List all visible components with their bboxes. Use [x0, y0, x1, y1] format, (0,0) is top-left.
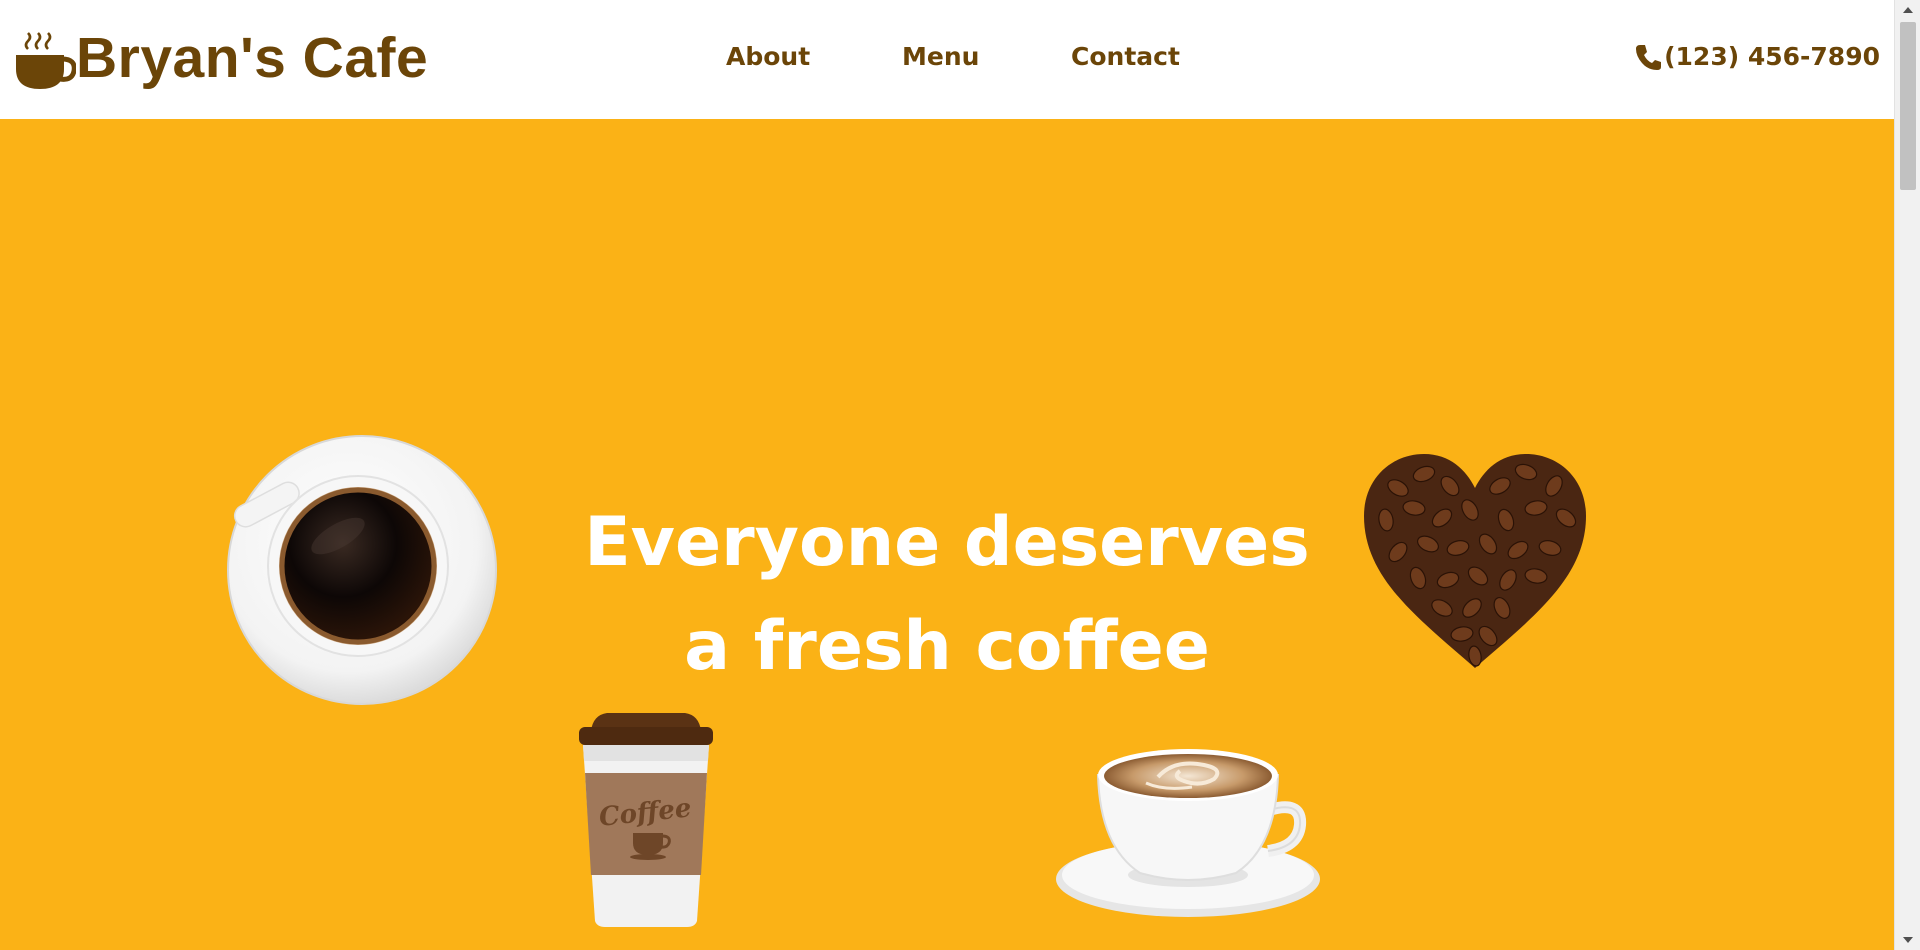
logo-link[interactable]: Bryan's Cafe — [14, 22, 428, 94]
scroll-down-arrow-icon[interactable] — [1895, 930, 1920, 950]
phone-icon — [1636, 44, 1662, 70]
page: Bryan's Cafe About Menu Contact (123) 45… — [0, 0, 1894, 950]
nav-menu[interactable]: Menu — [902, 42, 979, 71]
nav-contact[interactable]: Contact — [1071, 42, 1180, 71]
phone-number: (123) 456-7890 — [1664, 42, 1880, 71]
hero-headline: Everyone deserves a fresh coffee — [0, 491, 1894, 699]
logo-text: Bryan's Cafe — [76, 25, 429, 90]
phone-link[interactable]: (123) 456-7890 — [1634, 42, 1880, 71]
nav-about[interactable]: About — [726, 42, 810, 71]
paper-coffee-cup-image: Coffee — [579, 713, 713, 927]
latte-cup-image — [1056, 749, 1320, 917]
site-header: Bryan's Cafe About Menu Contact (123) 45… — [0, 0, 1894, 119]
vertical-scrollbar[interactable] — [1894, 0, 1920, 950]
scrollbar-thumb[interactable] — [1900, 22, 1916, 190]
coffee-cup-icon — [16, 32, 76, 89]
hero-section: Coffee Everyone deserves a fresh coffee — [0, 119, 1894, 950]
hero-headline-line2: a fresh coffee — [684, 607, 1210, 686]
hero-headline-line1: Everyone deserves — [584, 503, 1310, 582]
scroll-up-arrow-icon[interactable] — [1895, 0, 1920, 20]
